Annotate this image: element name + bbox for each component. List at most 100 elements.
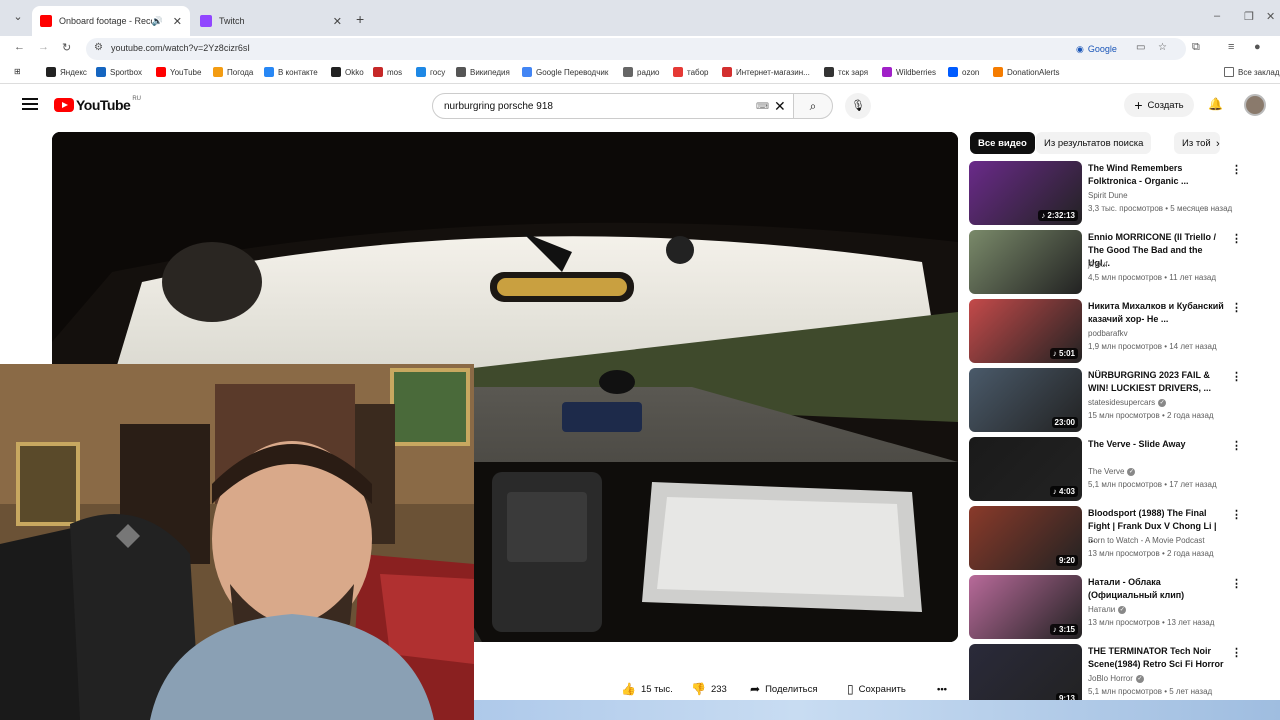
tab-search-icon[interactable]: ⌄: [8, 10, 28, 28]
video-title[interactable]: The Wind Remembers Folktronica - Organic…: [1088, 162, 1224, 188]
chip-all[interactable]: Все видео: [970, 132, 1035, 154]
video-thumbnail[interactable]: 23:00: [969, 368, 1082, 432]
tab-close-icon[interactable]: ✕: [333, 15, 342, 28]
new-tab-button[interactable]: +: [356, 11, 364, 27]
video-thumbnail[interactable]: ♪ 3:15: [969, 575, 1082, 639]
video-thumbnail[interactable]: 9:13: [969, 644, 1082, 708]
bell-icon[interactable]: 🔔: [1208, 97, 1223, 111]
video-thumbnail[interactable]: ♪ 4:03: [969, 437, 1082, 501]
extensions-icon[interactable]: ⧉: [1192, 41, 1200, 54]
audio-icon[interactable]: 🔊: [152, 16, 163, 27]
video-title[interactable]: Никита Михалков и Кубанский казачий хор-…: [1088, 300, 1224, 326]
channel-name[interactable]: Spirit Dune: [1088, 191, 1128, 200]
more-vert-icon[interactable]: ⋮: [1231, 301, 1242, 314]
mic-button[interactable]: 🎙: [845, 93, 871, 119]
video-thumbnail[interactable]: ♪ 5:01: [969, 299, 1082, 363]
close-window-button[interactable]: ✕: [1266, 10, 1275, 23]
profile-icon[interactable]: ●: [1254, 41, 1261, 53]
dislike-button[interactable]: 👎 233: [691, 676, 727, 702]
tab-youtube[interactable]: Onboard footage - Record 🔊 ✕: [32, 6, 190, 36]
restore-button[interactable]: ❐: [1244, 10, 1254, 23]
video-thumbnail[interactable]: ♪ 2:32:13: [969, 161, 1082, 225]
chip-from-search[interactable]: Из результатов поиска: [1036, 132, 1152, 154]
youtube-logo[interactable]: YouTube RU: [54, 96, 141, 113]
media-icon[interactable]: ≡: [1228, 41, 1234, 53]
recommended-video[interactable]: 23:00 NÜRBURGRING 2023 FAIL & WIN! LUCKIE…: [969, 368, 1242, 432]
channel-name[interactable]: statesidesupercars ✓: [1088, 398, 1167, 407]
channel-name[interactable]: podbarafkv: [1088, 329, 1128, 338]
bookmark-item[interactable]: госу: [416, 67, 445, 77]
reload-icon[interactable]: ↻: [62, 41, 71, 54]
recommended-video[interactable]: 9:20 Bloodsport (1988) The Final Fight | …: [969, 506, 1242, 570]
save-button[interactable]: ▯ Сохранить: [847, 676, 906, 702]
recommended-video[interactable]: ♪ 4:03 The Verve - Slide Away The Verve ✓ 5,…: [969, 437, 1242, 501]
video-title[interactable]: The Verve - Slide Away: [1088, 438, 1224, 451]
google-lens-button[interactable]: ◉ Google: [1076, 41, 1117, 57]
chevron-right-icon[interactable]: ›: [1216, 138, 1220, 150]
more-vert-icon[interactable]: ⋮: [1231, 370, 1242, 383]
bookmark-item[interactable]: Sportbox: [96, 67, 142, 77]
recommended-video[interactable]: Ennio MORRICONE (Il Triello / The Good T…: [969, 230, 1242, 294]
keyboard-icon[interactable]: ⌨: [756, 101, 769, 112]
more-vert-icon[interactable]: ⋮: [1231, 439, 1242, 452]
chip-from-channel[interactable]: Из той: [1174, 132, 1220, 154]
recommended-video[interactable]: ♪ 2:32:13 The Wind Remembers Folktronica …: [969, 161, 1242, 225]
create-button[interactable]: + Создать: [1124, 93, 1194, 117]
bookmark-item[interactable]: DonationAlerts: [993, 67, 1059, 77]
minimize-button[interactable]: –: [1214, 10, 1220, 22]
channel-name[interactable]: The Verve ✓: [1088, 467, 1136, 476]
bookmark-item[interactable]: Okko: [331, 67, 364, 77]
share-label: Поделиться: [765, 683, 818, 695]
like-button[interactable]: 👍 15 тыс.: [621, 676, 673, 702]
back-icon[interactable]: ←: [14, 41, 25, 53]
search-input[interactable]: nurburgring porsche 918 ⌨ ✕: [432, 93, 794, 119]
more-vert-icon[interactable]: ⋮: [1231, 577, 1242, 590]
bookmark-favicon-icon: [373, 67, 383, 77]
recommended-video[interactable]: 9:13 THE TERMINATOR Tech Noir Scene(1984)…: [969, 644, 1242, 708]
bookmark-item[interactable]: радио: [623, 67, 659, 77]
all-bookmarks-folder[interactable]: Все закладки: [1224, 67, 1280, 77]
forward-icon[interactable]: →: [38, 41, 49, 53]
more-vert-icon[interactable]: ⋮: [1231, 163, 1242, 176]
bookmark-item[interactable]: В контакте: [264, 67, 318, 77]
recommended-video[interactable]: ♪ 5:01 Никита Михалков и Кубанский казачи…: [969, 299, 1242, 363]
cast-icon[interactable]: ▭: [1136, 42, 1145, 53]
recommended-video[interactable]: ♪ 3:15 Натали - Облака (Официальный клип)…: [969, 575, 1242, 639]
search-button[interactable]: ⌕: [793, 93, 833, 119]
more-actions-button[interactable]: •••: [937, 676, 947, 702]
channel-name[interactable]: Натали ✓: [1088, 605, 1127, 614]
avatar[interactable]: [1244, 94, 1266, 116]
bookmark-item[interactable]: YouTube: [156, 67, 201, 77]
bookmark-item[interactable]: тск заря: [824, 67, 868, 77]
bookmark-item[interactable]: Википедия: [456, 67, 510, 77]
bookmark-item[interactable]: mos: [373, 67, 402, 77]
clear-search-icon[interactable]: ✕: [774, 98, 786, 115]
bookmark-item[interactable]: табор: [673, 67, 709, 77]
apps-icon[interactable]: ⊞: [14, 67, 21, 76]
bookmark-item[interactable]: Wildberries: [882, 67, 936, 77]
tab-close-icon[interactable]: ✕: [173, 15, 182, 28]
video-title[interactable]: THE TERMINATOR Tech Noir Scene(1984) Ret…: [1088, 645, 1224, 671]
bookmark-item[interactable]: Google Переводчик: [522, 67, 608, 77]
video-title[interactable]: Ennio MORRICONE (Il Triello / The Good T…: [1088, 231, 1224, 270]
share-button[interactable]: ➦ Поделиться: [750, 676, 818, 702]
video-title[interactable]: NÜRBURGRING 2023 FAIL & WIN! LUCKIEST DR…: [1088, 369, 1224, 395]
more-vert-icon[interactable]: ⋮: [1231, 232, 1242, 245]
site-info-icon[interactable]: ⚙: [94, 42, 103, 53]
bookmark-item[interactable]: Яндекс: [46, 67, 87, 77]
menu-icon[interactable]: [22, 98, 38, 110]
bookmark-item[interactable]: Погода: [213, 67, 253, 77]
bookmark-item[interactable]: Интернет-магазин...: [722, 67, 810, 77]
channel-name[interactable]: Born to Watch - A Movie Podcast: [1088, 536, 1205, 545]
channel-name[interactable]: jfneuf: [1088, 260, 1108, 269]
video-thumbnail[interactable]: [969, 230, 1082, 294]
bookmark-star-icon[interactable]: ☆: [1158, 42, 1167, 53]
bookmark-item[interactable]: ozon: [948, 67, 979, 77]
channel-name[interactable]: JoBlo Horror ✓: [1088, 674, 1144, 683]
video-title[interactable]: Натали - Облака (Официальный клип): [1088, 576, 1224, 602]
tab-twitch[interactable]: Twitch ✕: [192, 6, 350, 36]
address-bar[interactable]: ⚙ youtube.com/watch?v=2Yz8cizr6sI ◉ Googl…: [86, 38, 1186, 60]
video-thumbnail[interactable]: 9:20: [969, 506, 1082, 570]
more-vert-icon[interactable]: ⋮: [1231, 508, 1242, 521]
more-vert-icon[interactable]: ⋮: [1231, 646, 1242, 659]
